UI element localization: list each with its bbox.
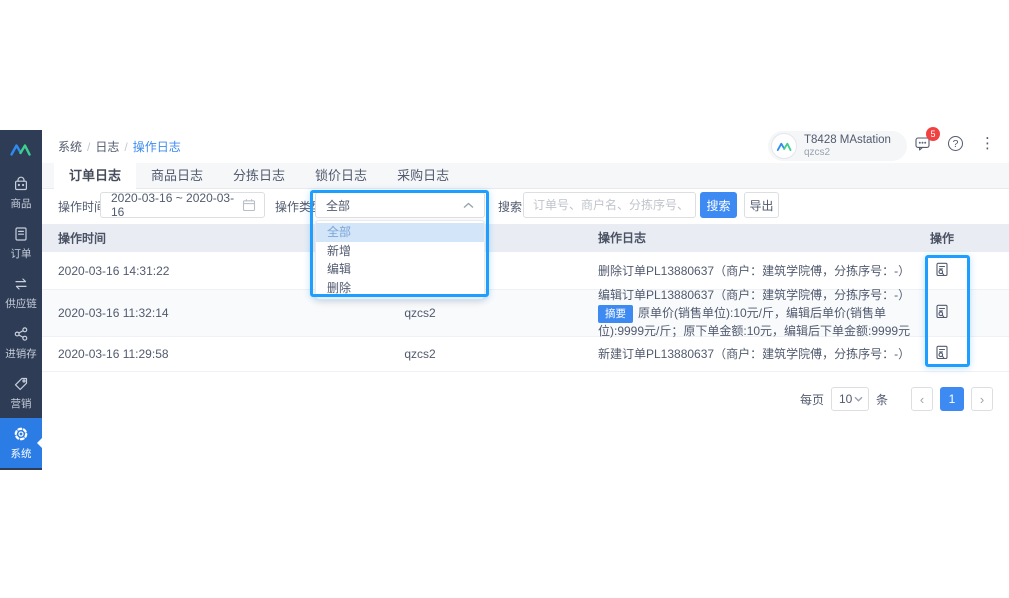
main-content: 系统 / 日志 / 操作日志 T8428 MAstation qzcs2 5 ?…: [42, 127, 1009, 472]
row-actions: [920, 261, 964, 280]
table-header: 操作时间 操作日志 操作: [42, 224, 1009, 252]
view-detail-icon[interactable]: [934, 345, 950, 361]
bag-icon: [14, 176, 28, 191]
messages-button[interactable]: 5: [914, 127, 940, 152]
user-name: T8428 MAstation: [804, 133, 891, 146]
sidebar-item-label: 供应链: [5, 298, 37, 310]
date-range-value: 2020-03-16 ~ 2020-03-16: [111, 191, 235, 219]
table-row: 2020-03-16 11:32:14 qzcs2 编辑订单PL13880637…: [42, 287, 1009, 339]
per-page-prefix: 每页: [799, 392, 824, 407]
help-button[interactable]: ?: [948, 136, 963, 151]
view-detail-icon[interactable]: [934, 304, 950, 320]
user-chip[interactable]: T8428 MAstation qzcs2: [768, 131, 907, 161]
table-row: 2020-03-16 11:29:58 qzcs2 新建订单PL13880637…: [42, 337, 1009, 372]
tab-lock-price-log[interactable]: 锁价日志: [300, 163, 382, 189]
price-tag-icon: [14, 377, 28, 391]
tab-order-log[interactable]: 订单日志: [54, 163, 137, 189]
chevron-down-icon: [854, 396, 863, 402]
app-logo-icon[interactable]: [0, 130, 42, 168]
row-log-text: 删除订单PL13880637（商户：建筑学院傅，分拣序号：-）: [598, 263, 911, 278]
operation-type-dropdown: 全部 新增 编辑 删除: [315, 220, 485, 300]
share-nodes-icon: [14, 327, 28, 341]
per-page-suffix: 条: [875, 392, 888, 407]
col-header-log: 操作日志: [598, 231, 647, 245]
dropdown-option-delete[interactable]: 删除: [316, 279, 484, 298]
topbar-icons: 5 ? ⋮: [914, 127, 995, 152]
date-range-input[interactable]: 2020-03-16 ~ 2020-03-16: [100, 191, 265, 219]
view-detail-icon[interactable]: [934, 261, 950, 277]
log-detail-text: 原单价(销售单位):10元/斤，编辑后单价(销售单位):9999元/斤；原下单金…: [598, 306, 911, 338]
sidebar-item-supply-chain[interactable]: 供应链: [0, 268, 42, 318]
user-subname: qzcs2: [804, 147, 831, 159]
dropdown-option-add[interactable]: 新增: [316, 242, 484, 261]
row-time: 2020-03-16 11:29:58: [58, 347, 169, 361]
sidebar-item-label: 商品: [10, 198, 32, 210]
row-time: 2020-03-16 14:31:22: [58, 263, 170, 278]
sidebar-item-system[interactable]: 系统: [0, 418, 42, 468]
calendar-icon: [242, 199, 256, 212]
row-log-text: 编辑订单PL13880637（商户：建筑学院傅，分拣序号：-） 摘要 原单价(销售…: [598, 287, 914, 339]
log-tabs: 订单日志 商品日志 分拣日志 锁价日志 采购日志: [42, 163, 1009, 189]
tab-purchase-log[interactable]: 采购日志: [382, 163, 464, 189]
breadcrumb: 系统 / 日志 / 操作日志: [58, 138, 181, 155]
sidebar: 商品 订单 供应链 进销存 营销 系统: [0, 130, 42, 470]
tab-sorting-log[interactable]: 分拣日志: [218, 163, 300, 189]
row-operator: qzcs2: [404, 306, 436, 320]
export-button[interactable]: 导出: [744, 192, 779, 218]
operation-type-select[interactable]: 全部: [315, 192, 485, 218]
per-page-select[interactable]: 10: [830, 387, 869, 411]
dropdown-option-all[interactable]: 全部: [316, 223, 484, 242]
row-actions: [920, 304, 964, 323]
log-line: 编辑订单PL13880637（商户：建筑学院傅，分拣序号：-）: [598, 288, 911, 302]
sidebar-item-label: 系统: [10, 448, 32, 460]
col-header-time: 操作时间: [58, 231, 107, 246]
chevron-up-icon: [463, 202, 474, 208]
dropdown-option-edit[interactable]: 编辑: [316, 260, 484, 279]
tab-goods-log[interactable]: 商品日志: [136, 163, 218, 189]
notification-badge: 5: [926, 127, 940, 141]
breadcrumb-logs[interactable]: 日志: [95, 140, 119, 154]
sidebar-item-inventory[interactable]: 进销存: [0, 318, 42, 368]
sidebar-item-label: 营销: [10, 398, 32, 410]
search-input[interactable]: [523, 192, 696, 218]
summary-tag: 摘要: [598, 305, 633, 323]
pagination: 每页 10 条 ‹ 1 ›: [800, 387, 993, 411]
kebab-menu-icon: ⋮: [980, 135, 995, 152]
order-doc-icon: [15, 227, 27, 241]
breadcrumb-separator: /: [124, 140, 128, 154]
row-time: 2020-03-16 11:32:14: [58, 306, 169, 320]
gear-icon: [14, 427, 28, 441]
row-actions: [920, 345, 964, 364]
breadcrumb-operation-log[interactable]: 操作日志: [133, 140, 181, 154]
sidebar-item-orders[interactable]: 订单: [0, 218, 42, 268]
sidebar-item-label: 订单: [10, 248, 32, 260]
sidebar-item-goods[interactable]: 商品: [0, 168, 42, 218]
avatar: [771, 133, 797, 159]
log-detail-line: 摘要 原单价(销售单位):10元/斤，编辑后单价(销售单位):9999元/斤；原下…: [598, 305, 914, 339]
exchange-arrows-icon: [15, 278, 27, 290]
row-operator: qzcs2: [404, 347, 436, 361]
brand-logo-icon: [776, 142, 791, 151]
table-row: 2020-03-16 14:31:22 删除订单PL13880637（商户：建筑…: [42, 252, 1009, 290]
breadcrumb-separator: /: [87, 140, 91, 154]
sidebar-item-label: 进销存: [5, 348, 37, 360]
sidebar-item-marketing[interactable]: 营销: [0, 368, 42, 418]
question-mark-icon: ?: [948, 136, 963, 151]
app-window: 商品 订单 供应链 进销存 营销 系统 系统 / 日志 / 操作日志 T8428…: [0, 127, 1009, 472]
more-menu-button[interactable]: ⋮: [980, 136, 995, 151]
per-page-value: 10: [838, 392, 853, 406]
next-page-button[interactable]: ›: [971, 387, 993, 411]
search-label: 搜索:: [498, 200, 526, 214]
col-header-action: 操作: [929, 231, 954, 246]
operation-type-value: 全部: [326, 198, 351, 213]
prev-page-button[interactable]: ‹: [911, 387, 933, 411]
row-log-text: 新建订单PL13880637（商户：建筑学院傅，分拣序号：-）: [598, 347, 911, 361]
breadcrumb-system[interactable]: 系统: [58, 140, 82, 154]
search-button[interactable]: 搜索: [700, 192, 737, 218]
page-number-button[interactable]: 1: [940, 387, 964, 411]
